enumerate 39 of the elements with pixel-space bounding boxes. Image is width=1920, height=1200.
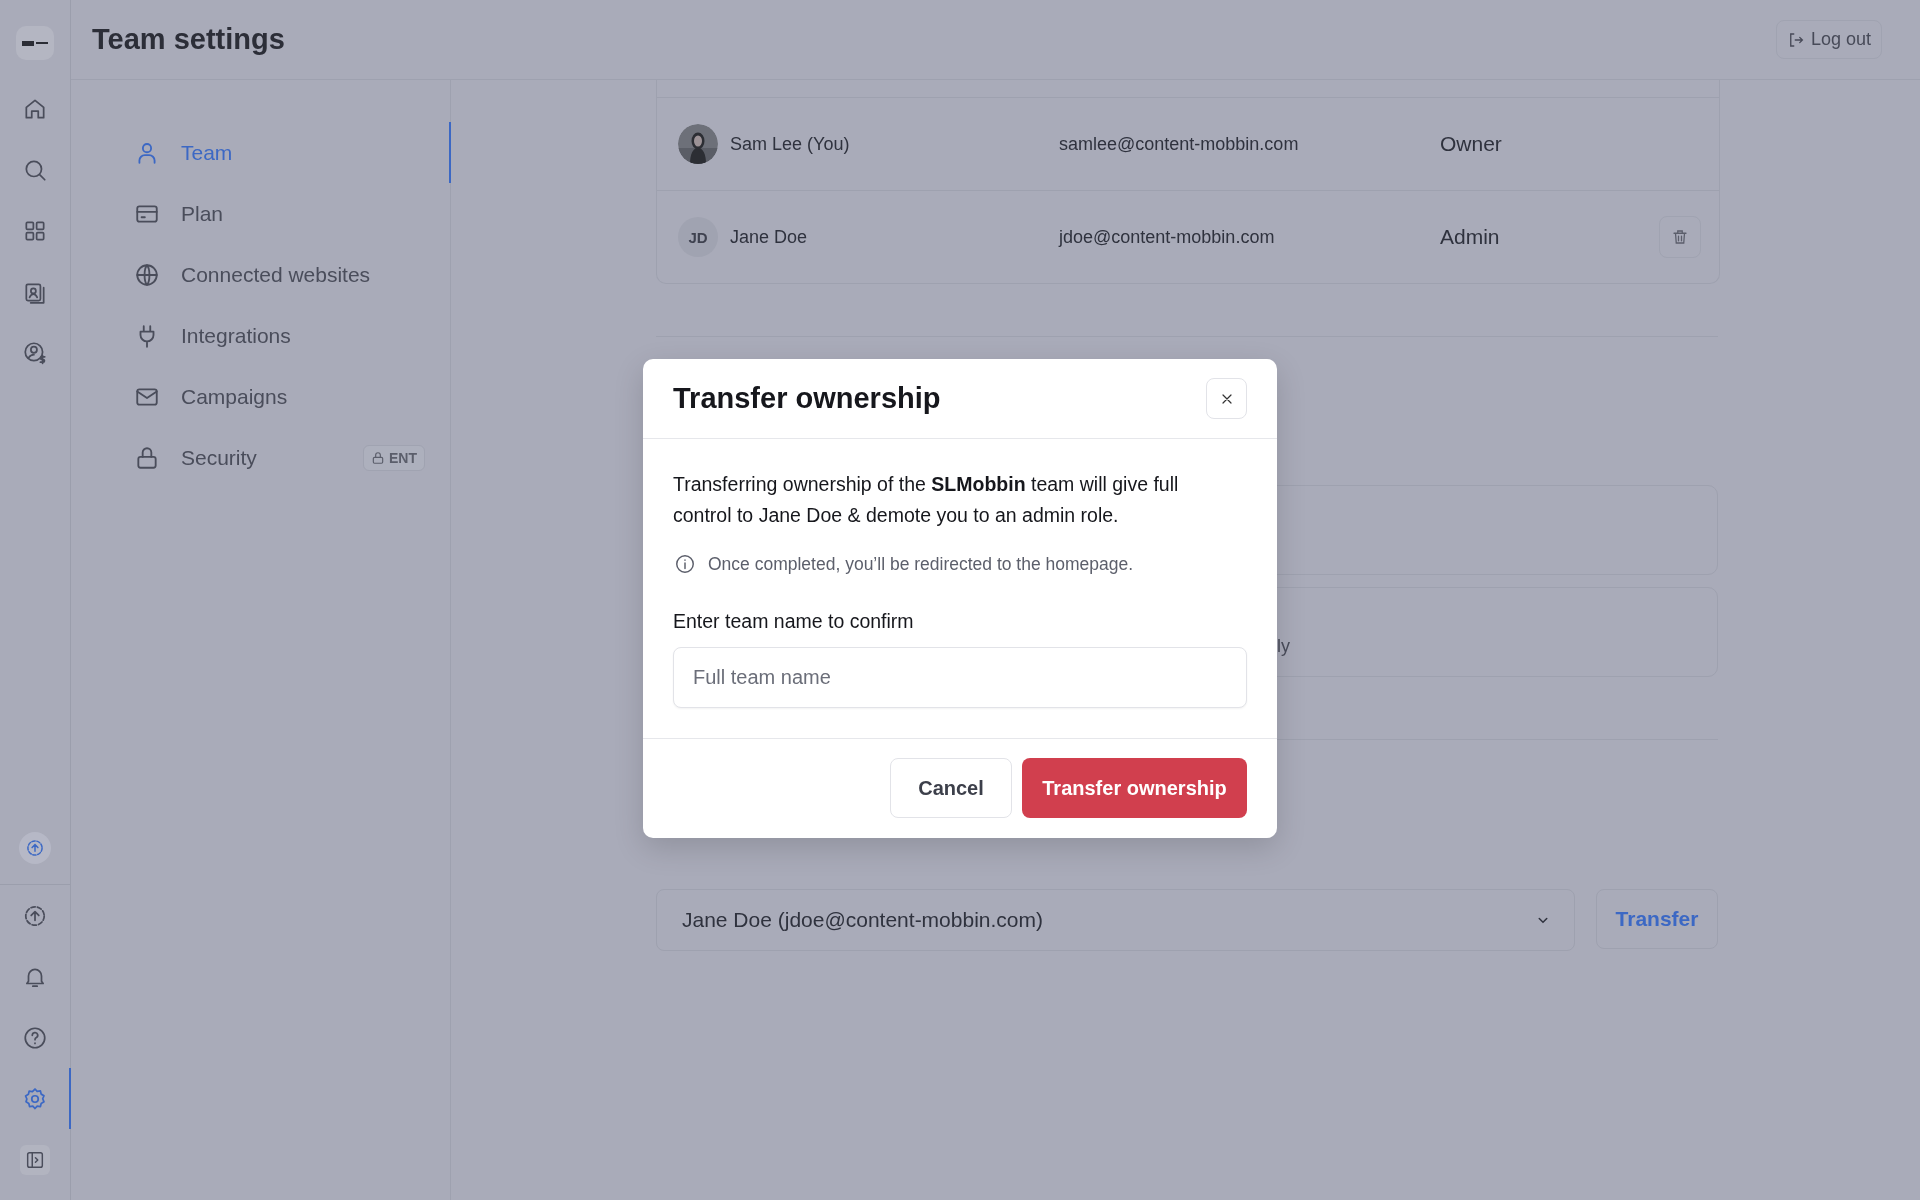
member-role: Admin	[1440, 225, 1501, 249]
logo-icon[interactable]	[16, 26, 54, 60]
settings-icon[interactable]	[22, 1085, 48, 1112]
dialog-title: Transfer ownership	[673, 382, 941, 415]
user-dollar-icon[interactable]	[22, 339, 48, 366]
globe-icon	[134, 261, 160, 288]
avatar-initials: JD	[678, 217, 718, 257]
card-text: ly	[1277, 636, 1290, 656]
member-email: samlee@content-mobbin.com	[1059, 133, 1300, 155]
nav-item[interactable]: Connected websites	[71, 244, 450, 305]
member-email: jdoe@content-mobbin.com	[1059, 226, 1276, 248]
help-icon[interactable]	[22, 1024, 48, 1051]
nav-item[interactable]: Plan	[71, 183, 450, 244]
member-name: Sam Lee (You)	[730, 133, 850, 155]
info-icon	[674, 553, 696, 575]
logout-button[interactable]: Log out	[1775, 20, 1882, 59]
close-button[interactable]	[1206, 378, 1247, 419]
member-role: Owner	[1440, 132, 1503, 156]
dialog-message: Transferring ownership of the SLMobbin team will give full control to Jane Doe & demote you to an admin role.	[673, 472, 1180, 528]
nav-item[interactable]: Campaigns	[71, 366, 450, 427]
nav-item[interactable]: Integrations	[71, 305, 450, 366]
lock-icon	[371, 450, 385, 465]
transfer-button[interactable]: Transfer	[1596, 889, 1718, 949]
sidebar-toggle-icon[interactable]	[20, 1144, 50, 1175]
info-note: Once completed, you’ll be redirected to the homepage.	[708, 553, 1134, 575]
member-name: Jane Doe	[730, 226, 808, 248]
nav-item[interactable]: Security ENT	[71, 427, 450, 488]
member-select[interactable]: Jane Doe (jdoe@content-mobbin.com)	[656, 889, 1575, 951]
team-name-field[interactable]: Full team name	[673, 647, 1247, 708]
trash-icon	[1671, 228, 1689, 246]
field-label: Enter team name to confirm	[673, 610, 915, 633]
plan-tag: ENT	[363, 444, 425, 471]
upload-icon[interactable]	[19, 832, 51, 864]
page-title: Team settings	[92, 23, 285, 56]
nav-item[interactable]: Team	[71, 122, 450, 183]
cancel-button[interactable]: Cancel	[890, 758, 1012, 818]
transfer-ownership-button[interactable]: Transfer ownership	[1022, 758, 1247, 818]
lock-icon	[134, 444, 160, 471]
delete-button[interactable]	[1659, 216, 1701, 258]
